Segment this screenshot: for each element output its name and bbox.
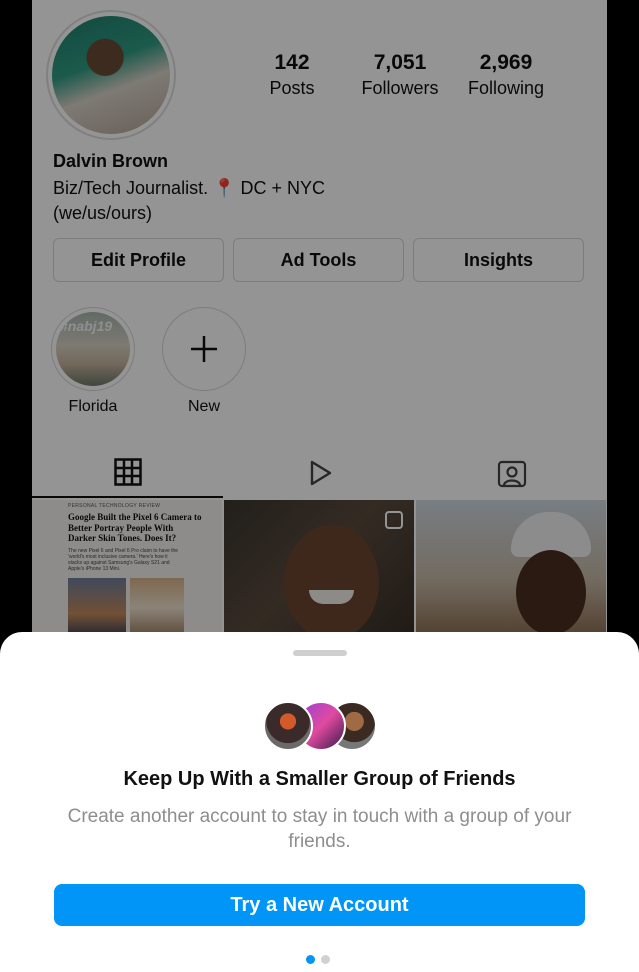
friend-avatar [263,701,313,751]
page-dot-active[interactable] [306,955,315,964]
friend-avatars [263,701,377,751]
try-new-account-button[interactable]: Try a New Account [54,884,585,926]
sheet-description: Create another account to stay in touch … [67,806,572,852]
sheet-grabber[interactable] [293,650,347,656]
bottom-sheet: Keep Up With a Smaller Group of Friends … [0,632,639,972]
page-indicator [306,955,334,965]
sheet-title: Keep Up With a Smaller Group of Friends [123,768,516,790]
page-dot[interactable] [321,955,330,964]
